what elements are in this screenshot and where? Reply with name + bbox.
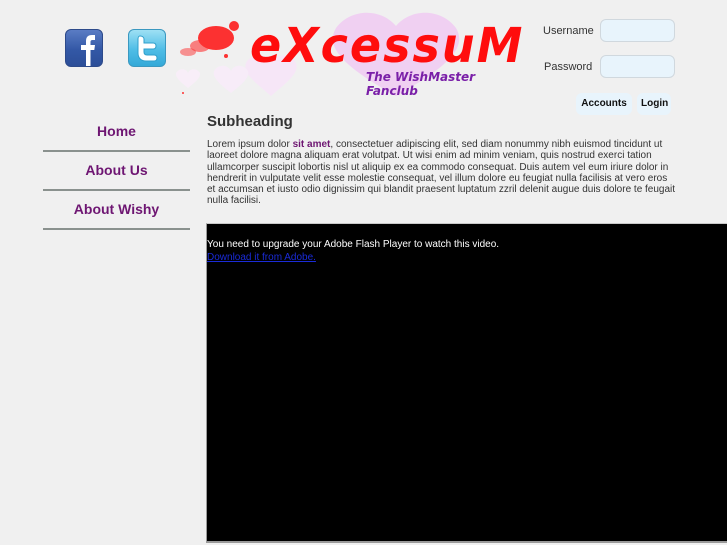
facebook-link[interactable]: [65, 29, 103, 67]
twitter-icon: [137, 35, 158, 62]
download-flash-link[interactable]: Download it from Adobe.: [207, 252, 316, 263]
site-logo[interactable]: eXcessuM The WishMaster Fanclub: [176, 8, 522, 98]
password-label: Password: [544, 61, 593, 73]
flash-video-player[interactable]: You need to upgrade your Adobe Flash Pla…: [206, 223, 727, 543]
body-paragraph: Lorem ipsum dolor sit amet, consectetuer…: [207, 139, 677, 207]
facebook-icon: [81, 35, 95, 66]
accounts-button[interactable]: Accounts: [576, 93, 632, 115]
logo-title: eXcessuM: [250, 16, 525, 74]
nav-item-about-wishy[interactable]: About Wishy: [43, 191, 190, 230]
flash-upgrade-message: You need to upgrade your Adobe Flash Pla…: [207, 239, 500, 250]
twitter-link[interactable]: [128, 29, 166, 67]
logo-subtitle: The WishMaster Fanclub: [366, 70, 476, 98]
username-input[interactable]: [600, 19, 675, 42]
main-nav: Home About Us About Wishy: [43, 113, 190, 230]
sit-amet-link[interactable]: sit amet: [293, 139, 331, 150]
nav-item-home[interactable]: Home: [43, 113, 190, 152]
subheading: Subheading: [207, 113, 293, 130]
nav-item-about-us[interactable]: About Us: [43, 152, 190, 191]
password-input[interactable]: [600, 55, 675, 78]
text-before-link: Lorem ipsum dolor: [207, 139, 293, 150]
username-label: Username: [543, 25, 594, 37]
login-button[interactable]: Login: [637, 93, 671, 115]
